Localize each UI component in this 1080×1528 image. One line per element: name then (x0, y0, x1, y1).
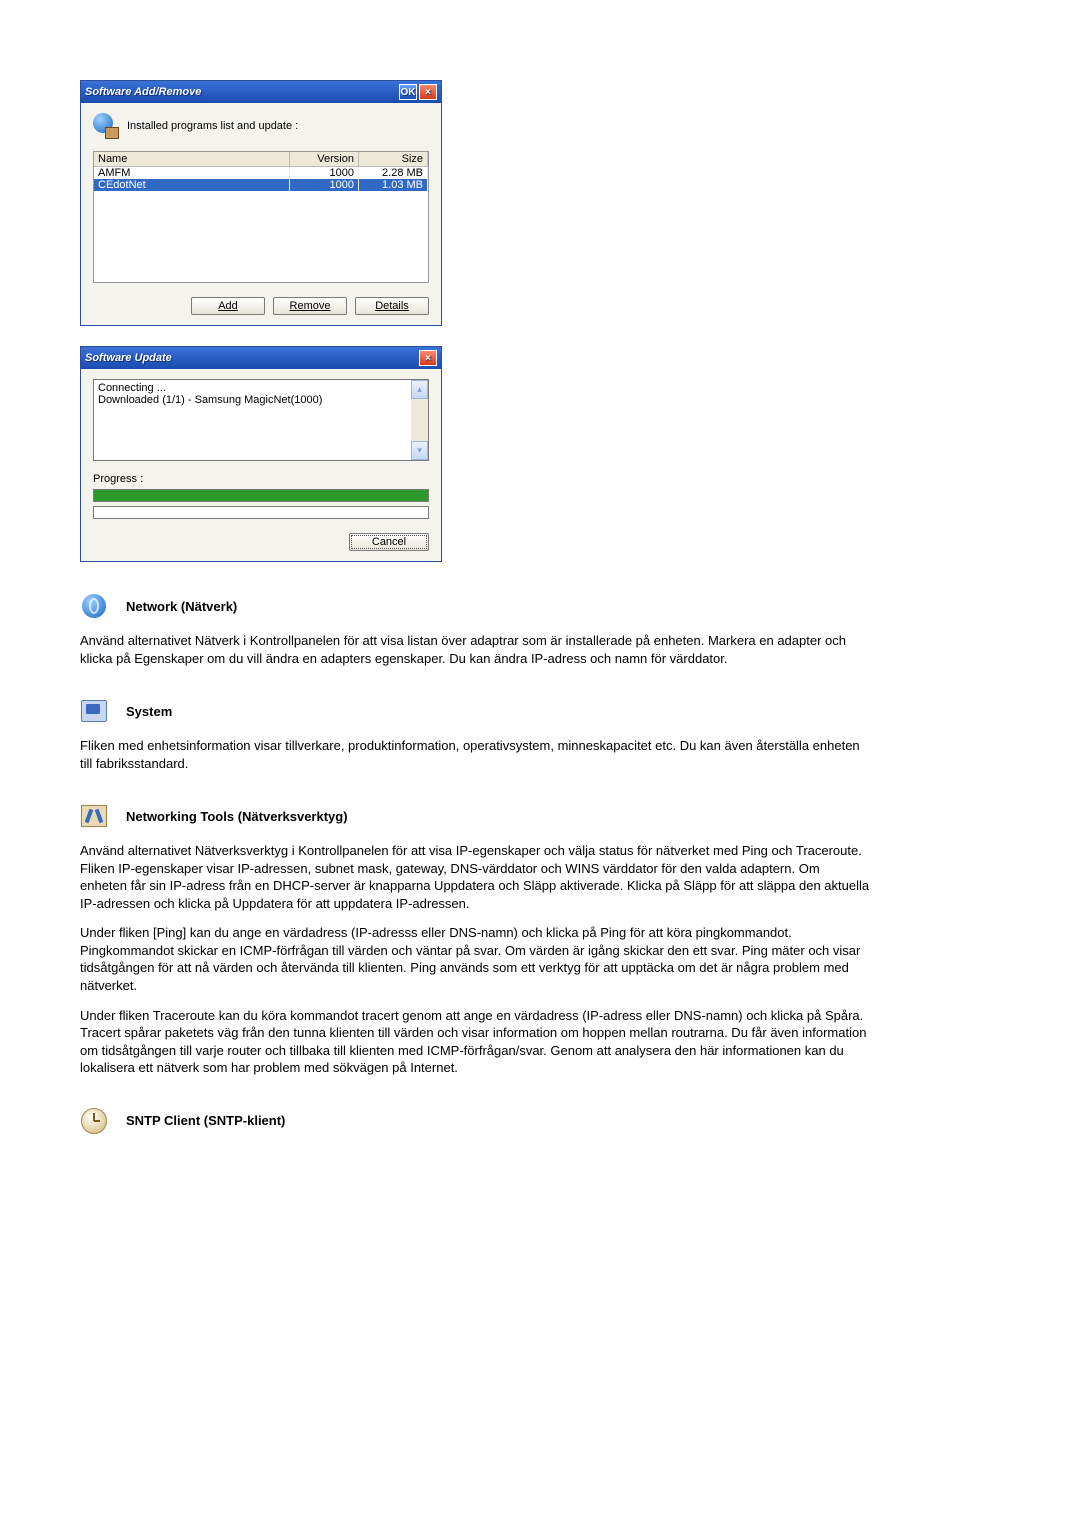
section-head: Network (Nätverk) (80, 592, 1000, 620)
dialog-software-update: Software Update × Connecting ... Downloa… (80, 346, 442, 562)
section-head: SNTP Client (SNTP-klient) (80, 1107, 1000, 1135)
col-name[interactable]: Name (94, 152, 290, 167)
add-button[interactable]: Add (191, 297, 265, 315)
button-row: Cancel (93, 533, 429, 551)
cell-version: 1000 (290, 167, 359, 179)
paragraph: Använd alternativet Nätverk i Kontrollpa… (80, 632, 870, 667)
table-row[interactable]: CEdotNet 1000 1.03 MB (94, 179, 428, 191)
network-icon (80, 592, 108, 620)
section-head: System (80, 697, 1000, 725)
programs-icon (93, 113, 119, 139)
sntp-icon (80, 1107, 108, 1135)
dialog-software-add-remove: Software Add/Remove OK × Installed progr… (80, 80, 442, 326)
col-version[interactable]: Version (290, 152, 359, 167)
titlebar-title: Software Update (85, 352, 417, 364)
close-button[interactable]: × (419, 350, 437, 366)
details-button[interactable]: Details (355, 297, 429, 315)
section-networking-tools: Networking Tools (Nätverksverktyg) Använ… (80, 802, 1000, 1077)
paragraph: Under fliken Traceroute kan du köra komm… (80, 1007, 870, 1077)
section-head: Networking Tools (Nätverksverktyg) (80, 802, 1000, 830)
remove-button[interactable]: Remove (273, 297, 347, 315)
progress-bar-bottom (93, 506, 429, 519)
networking-tools-icon (80, 802, 108, 830)
progress-bar-top (93, 489, 429, 502)
cell-name: CEdotNet (94, 179, 290, 191)
log-line: Downloaded (1/1) - Samsung MagicNet(1000… (98, 394, 407, 406)
progress-bars (93, 489, 429, 519)
progress-label: Progress : (93, 473, 429, 485)
section-title: System (126, 704, 172, 719)
section-system: System Fliken med enhetsinformation visa… (80, 697, 1000, 772)
scroll-down-button[interactable]: ▾ (411, 441, 428, 460)
cell-size: 1.03 MB (359, 179, 428, 191)
table-row[interactable]: AMFM 1000 2.28 MB (94, 167, 428, 179)
titlebar[interactable]: Software Update × (81, 347, 441, 369)
scroll-up-button[interactable]: ▴ (411, 380, 428, 399)
cell-size: 2.28 MB (359, 167, 428, 179)
col-size[interactable]: Size (359, 152, 428, 167)
list-header-row: Installed programs list and update : (93, 113, 429, 139)
paragraph: Under fliken [Ping] kan du ange en värda… (80, 924, 870, 994)
section-title: Networking Tools (Nätverksverktyg) (126, 809, 348, 824)
table-header: Name Version Size (94, 152, 428, 167)
dialog-body: Installed programs list and update : Nam… (81, 103, 441, 325)
cancel-button[interactable]: Cancel (349, 533, 429, 551)
system-icon (80, 697, 108, 725)
page: Software Add/Remove OK × Installed progr… (0, 0, 1080, 1227)
close-button[interactable]: × (419, 84, 437, 100)
section-title: SNTP Client (SNTP-klient) (126, 1113, 285, 1128)
log-box: Connecting ... Downloaded (1/1) - Samsun… (93, 379, 429, 461)
section-sntp: SNTP Client (SNTP-klient) (80, 1107, 1000, 1135)
installed-list-label: Installed programs list and update : (127, 120, 298, 132)
titlebar-title: Software Add/Remove (85, 86, 397, 98)
section-title: Network (Nätverk) (126, 599, 237, 614)
scrollbar[interactable]: ▴ ▾ (411, 380, 428, 460)
cell-version: 1000 (290, 179, 359, 191)
titlebar[interactable]: Software Add/Remove OK × (81, 81, 441, 103)
programs-table[interactable]: Name Version Size AMFM 1000 2.28 MB CEdo… (93, 151, 429, 283)
cell-name: AMFM (94, 167, 290, 179)
log-text: Connecting ... Downloaded (1/1) - Samsun… (94, 380, 411, 460)
paragraph: Fliken med enhetsinformation visar tillv… (80, 737, 870, 772)
paragraph: Använd alternativet Nätverksverktyg i Ko… (80, 842, 870, 912)
ok-button[interactable]: OK (399, 84, 417, 100)
section-network: Network (Nätverk) Använd alternativet Nä… (80, 592, 1000, 667)
button-row: Add Remove Details (93, 297, 429, 315)
dialog-body: Connecting ... Downloaded (1/1) - Samsun… (81, 369, 441, 561)
log-line: Connecting ... (98, 382, 407, 394)
